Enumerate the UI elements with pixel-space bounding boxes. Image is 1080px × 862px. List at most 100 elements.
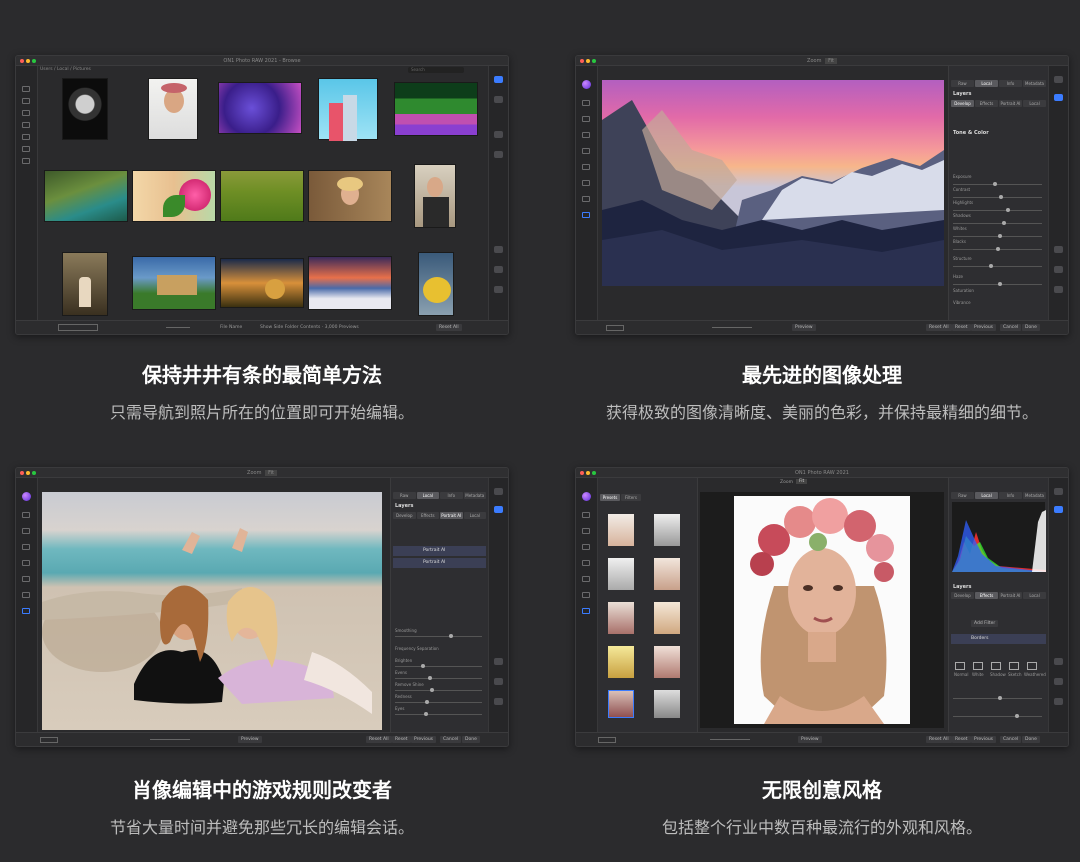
tab-filters[interactable]: Filters (621, 494, 641, 501)
tab-local[interactable]: Local (975, 492, 998, 499)
tab-raw[interactable]: Raw (951, 492, 974, 499)
preset-thumbnail[interactable] (654, 690, 680, 718)
print-icon[interactable] (1054, 246, 1063, 253)
blacks-slider[interactable] (953, 247, 1042, 251)
browse-mode-icon[interactable] (494, 76, 503, 83)
add-filter-button[interactable]: Add Filter (971, 620, 999, 627)
subtab-portrait-ai[interactable]: Portrait AI (440, 512, 463, 519)
reset-button[interactable]: Reset (392, 736, 411, 743)
edit-mode-icon[interactable] (494, 96, 503, 103)
minimize-button[interactable] (586, 59, 590, 63)
export-icon[interactable] (1054, 698, 1063, 705)
preset-thumbnail[interactable] (654, 558, 680, 590)
zoom-select[interactable]: Fit (265, 470, 277, 476)
subtab-portrait-ai[interactable]: Portrait AI (999, 100, 1022, 107)
border-option[interactable] (1009, 662, 1019, 670)
close-button[interactable] (580, 59, 584, 63)
preset-thumbnail[interactable] (608, 602, 634, 634)
subtab-develop[interactable]: Develop (393, 512, 416, 519)
layout-toggle[interactable] (598, 737, 616, 743)
tethered-icon[interactable] (22, 134, 30, 140)
layout-toggle[interactable] (40, 737, 58, 743)
preview-button[interactable]: Preview (238, 736, 262, 743)
haze-slider[interactable] (953, 282, 1042, 286)
tab-metadata[interactable]: Metadata (1023, 80, 1046, 87)
minimize-button[interactable] (26, 471, 30, 475)
crop-tool-icon[interactable] (582, 100, 590, 106)
cancel-button[interactable]: Cancel (1000, 736, 1022, 743)
close-button[interactable] (580, 471, 584, 475)
subtab-develop[interactable]: Develop (951, 592, 974, 599)
print-icon[interactable] (494, 658, 503, 665)
crop-tool-icon[interactable] (582, 512, 590, 518)
exposure-slider[interactable] (953, 182, 1042, 186)
layers-icon[interactable] (494, 131, 503, 138)
remove-shine-slider[interactable] (395, 688, 482, 692)
tab-info[interactable]: Info (999, 80, 1022, 87)
zoom-slider[interactable] (712, 327, 752, 328)
view-tool-icon[interactable] (582, 212, 590, 218)
whites-slider[interactable] (953, 234, 1042, 238)
border-option[interactable] (973, 662, 983, 670)
sync-icon[interactable] (22, 158, 30, 164)
view-tool-icon[interactable] (22, 608, 30, 614)
redness-slider[interactable] (395, 700, 482, 704)
done-button[interactable]: Done (1022, 736, 1040, 743)
highlights-slider[interactable] (953, 208, 1042, 212)
contrast-slider[interactable] (953, 195, 1042, 199)
view-mode-selector[interactable] (58, 324, 98, 331)
reset-button[interactable]: Reset (952, 324, 971, 331)
text-tool-icon[interactable] (582, 544, 590, 550)
share-icon[interactable] (1054, 678, 1063, 685)
tab-raw[interactable]: Raw (393, 492, 416, 499)
sort-label[interactable]: File Name (220, 325, 242, 330)
retouch-tool-icon[interactable] (582, 592, 590, 598)
zoom-slider[interactable] (710, 739, 750, 740)
transform-tool-icon[interactable] (582, 528, 590, 534)
subtab-effects[interactable]: Effects (975, 592, 998, 599)
share-icon[interactable] (494, 678, 503, 685)
photo-thumbnail[interactable] (220, 258, 304, 308)
share-icon[interactable] (494, 266, 503, 273)
border-option[interactable] (991, 662, 1001, 670)
minimize-button[interactable] (26, 59, 30, 63)
crop-tool-icon[interactable] (22, 512, 30, 518)
structure-slider[interactable] (953, 264, 1042, 268)
album-icon[interactable] (22, 98, 30, 104)
preset-thumbnail[interactable] (654, 514, 680, 546)
brush-tool-icon[interactable] (582, 148, 590, 154)
edit-mode-icon[interactable] (1054, 94, 1063, 101)
tab-info[interactable]: Info (440, 492, 463, 499)
photo-thumbnail[interactable] (220, 170, 304, 222)
mask-tool-icon[interactable] (582, 164, 590, 170)
cancel-button[interactable]: Cancel (1000, 324, 1022, 331)
zoom-slider[interactable] (150, 739, 190, 740)
filter-icon[interactable] (22, 110, 30, 116)
view-tool-icon[interactable] (582, 608, 590, 614)
cloud-icon[interactable] (22, 146, 30, 152)
preset-thumbnail[interactable] (654, 602, 680, 634)
minimize-button[interactable] (586, 471, 590, 475)
print-icon[interactable] (1054, 658, 1063, 665)
photo-thumbnail[interactable] (418, 252, 454, 316)
preset-thumbnail[interactable] (654, 646, 680, 678)
previous-button[interactable]: Previous (971, 324, 997, 331)
mask-tool-icon[interactable] (582, 576, 590, 582)
preview-button[interactable]: Preview (798, 736, 822, 743)
edit-mode-icon[interactable] (494, 506, 503, 513)
border-opacity-slider[interactable] (953, 714, 1042, 718)
border-size-slider[interactable] (953, 696, 1042, 700)
print-icon[interactable] (494, 246, 503, 253)
previous-button[interactable]: Previous (411, 736, 437, 743)
subtab-effects[interactable]: Effects (975, 100, 998, 107)
browse-mode-icon[interactable] (1054, 76, 1063, 83)
reset-all-button[interactable]: Reset All (436, 324, 462, 331)
tab-presets[interactable]: Presets (600, 494, 620, 501)
cancel-button[interactable]: Cancel (440, 736, 462, 743)
borders-filter-header[interactable]: Borders (951, 634, 1046, 644)
browse-mode-icon[interactable] (1054, 488, 1063, 495)
zoom-select[interactable]: Fit (796, 479, 808, 484)
close-button[interactable] (20, 59, 24, 63)
zoom-button[interactable] (592, 471, 596, 475)
layout-toggle[interactable] (606, 325, 624, 331)
